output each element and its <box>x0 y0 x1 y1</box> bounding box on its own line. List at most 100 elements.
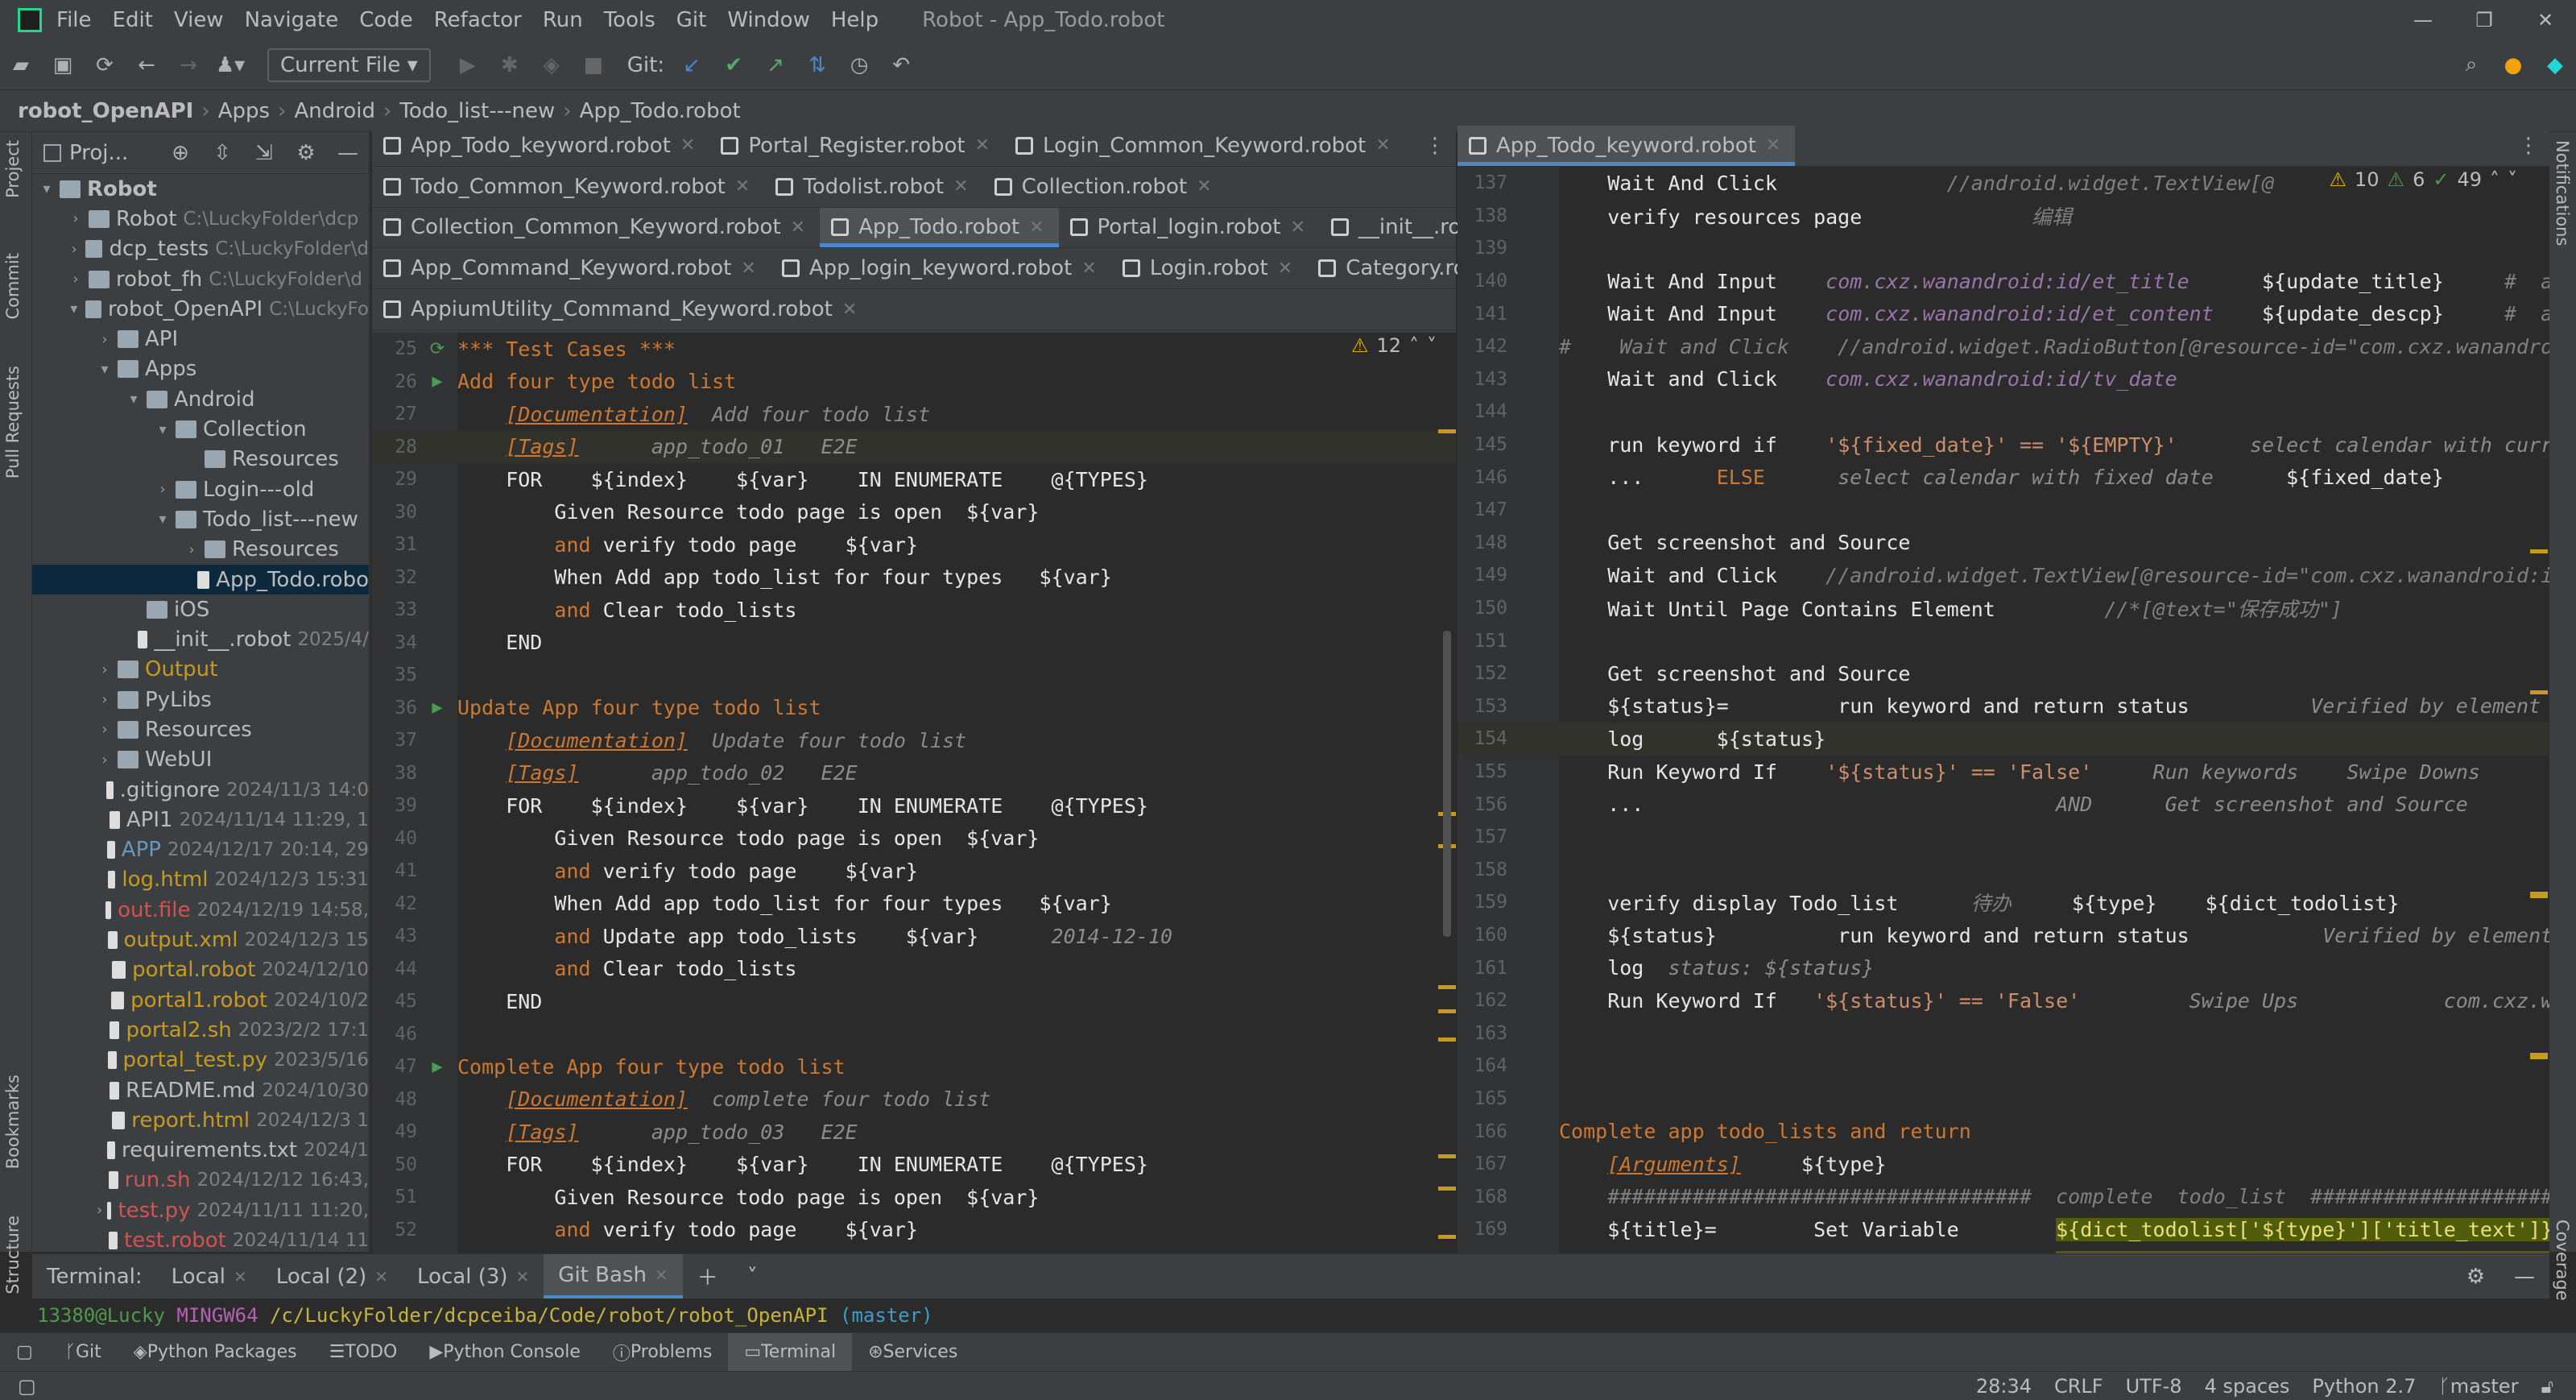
code-line[interactable]: 50 FOR ${index} ${var} IN ENUMERATE @{TY… <box>372 1149 1456 1182</box>
tree-item[interactable]: output.xml 2024/12/3 15 <box>32 925 369 955</box>
interpreter[interactable]: Python 2.7 <box>2312 1375 2416 1398</box>
forward-icon[interactable]: → <box>171 48 206 83</box>
tree-item[interactable]: run.sh 2024/12/12 16:43, <box>32 1166 369 1195</box>
tree-item[interactable]: .gitignore 2024/11/3 14:0 <box>32 775 369 805</box>
code-line[interactable]: 159 verify display Todo_list 待办 ${type} … <box>1458 886 2549 919</box>
git-push-icon[interactable]: ↗ <box>758 48 793 83</box>
hide-panel-icon[interactable]: — <box>330 135 366 171</box>
breadcrumb-item[interactable]: robot_OpenAPI <box>18 99 193 123</box>
tool-window-terminal[interactable]: ▭ Terminal <box>728 1333 853 1371</box>
user-icon[interactable]: ♟▾ <box>213 48 248 83</box>
tool-window-python-packages[interactable]: ◈ Python Packages <box>118 1333 313 1371</box>
rollback-icon[interactable]: ↶ <box>883 48 919 83</box>
chevron-icon[interactable]: › <box>184 541 200 558</box>
git-update-icon[interactable]: ↙ <box>674 48 709 83</box>
editor-tab[interactable]: App_login_keyword.robot ✕ <box>771 248 1111 288</box>
tool-bookmarks[interactable]: Bookmarks <box>3 1075 23 1169</box>
code-line[interactable]: 146 ... ELSE select calendar with fixed … <box>1458 461 2549 494</box>
run-gutter-icon[interactable]: ▶ <box>417 371 457 391</box>
editor-tab[interactable]: Login.robot ✕ <box>1111 248 1307 288</box>
terminal-tab[interactable]: Git Bash ✕ <box>544 1254 683 1299</box>
chevron-down-icon[interactable]: ˅ <box>1427 334 1437 357</box>
code-line[interactable]: 46 <box>372 1018 1456 1051</box>
tree-item[interactable]: App_Todo.robo <box>32 564 369 595</box>
code-line[interactable]: 145 run keyword if '${fixed_date}' == '$… <box>1458 429 2549 462</box>
restore-icon[interactable]: ❐ <box>2454 0 2515 40</box>
tree-item[interactable]: portal2.sh 2023/2/2 17:1 <box>32 1015 369 1045</box>
code-line[interactable]: 144 <box>1458 396 2549 429</box>
code-line[interactable]: 34 END <box>372 627 1456 660</box>
close-tab-icon[interactable]: ✕ <box>680 135 695 155</box>
chevron-icon[interactable]: › <box>68 210 84 227</box>
code-line[interactable]: 25 ⟳ *** Test Cases *** <box>372 333 1456 366</box>
editor-tab[interactable]: Collection.robot ✕ <box>983 167 1226 207</box>
tool-project[interactable]: Project <box>3 140 23 198</box>
tree-item[interactable]: › dcp_tests C:\LuckyFolder\d <box>32 234 369 264</box>
chevron-icon[interactable]: › <box>97 1202 102 1219</box>
code-line[interactable]: 45 END <box>372 985 1456 1018</box>
editor-tab[interactable]: App_Todo.robot ✕ <box>820 207 1060 248</box>
terminal-tab[interactable]: Local (3) ✕ <box>403 1254 544 1299</box>
run-gutter-icon[interactable]: ⟳ <box>417 339 457 359</box>
tool-pull-requests[interactable]: Pull Requests <box>3 366 23 478</box>
jetbrains-icon[interactable]: ◆ <box>2537 48 2573 83</box>
menu-run[interactable]: Run <box>543 8 583 32</box>
code-line[interactable]: 164 <box>1458 1050 2549 1083</box>
code-line[interactable]: 48 [Documentation] complete four todo li… <box>372 1083 1456 1116</box>
tool-window-python-console[interactable]: ▶ Python Console <box>413 1333 597 1371</box>
code-line[interactable]: 36 ▶ Update App four type todo list <box>372 692 1456 725</box>
debug-icon[interactable]: ✱ <box>492 48 527 83</box>
tree-item[interactable]: iOS <box>32 594 369 624</box>
close-tab-icon[interactable]: ✕ <box>1290 217 1305 238</box>
terminal-hide-icon[interactable]: — <box>2500 1254 2549 1299</box>
tool-coverage[interactable]: Coverage <box>2553 1220 2572 1301</box>
code-line[interactable]: 35 <box>372 659 1456 692</box>
caret-position[interactable]: 28:34 <box>1976 1375 2032 1398</box>
code-line[interactable]: 147 <box>1458 494 2549 527</box>
tree-item[interactable]: log.html 2024/12/3 15:31 <box>32 865 369 895</box>
menu-tools[interactable]: Tools <box>604 8 655 32</box>
code-line[interactable]: 28 [Tags] app_todo_01 E2E <box>372 430 1456 463</box>
code-line[interactable]: 155 Run Keyword If '${status}' == 'False… <box>1458 756 2549 789</box>
code-line[interactable]: 52 and verify todo page ${var} <box>372 1214 1456 1247</box>
tool-window-problems[interactable]: ⓘ Problems <box>597 1333 728 1371</box>
tool-notifications[interactable]: Notifications <box>2553 140 2572 246</box>
code-line[interactable]: 150 Wait Until Page Contains Element //*… <box>1458 592 2549 625</box>
close-tab-icon[interactable]: ✕ <box>374 1267 388 1286</box>
tree-item[interactable]: › Resources <box>32 714 369 744</box>
code-line[interactable]: 157 <box>1458 821 2549 854</box>
tool-structure[interactable]: Structure <box>3 1216 23 1294</box>
editor2[interactable]: 137 Wait And Click //android.widget.Text… <box>1458 167 2549 1253</box>
tool-window-git[interactable]: ᚴ Git <box>49 1333 118 1371</box>
tree-item[interactable]: › Robot C:\LuckyFolder\dcp <box>32 204 369 234</box>
chevron-icon[interactable]: ▾ <box>39 180 55 197</box>
code-line[interactable]: 163 <box>1458 1017 2549 1050</box>
git-branch[interactable]: ᚴmaster <box>2438 1375 2518 1398</box>
chevron-down-icon[interactable]: ˅ <box>2508 168 2517 191</box>
close-tab-icon[interactable]: ✕ <box>655 1265 668 1285</box>
tree-item[interactable]: ▾ Apps <box>32 354 369 384</box>
code-line[interactable]: 148 Get screenshot and Source <box>1458 527 2549 560</box>
close-tab-icon[interactable]: ✕ <box>735 176 750 197</box>
collapse-all-icon[interactable]: ⇲ <box>246 135 282 171</box>
code-line[interactable]: 143 Wait and Click com.cxz.wanandroid:id… <box>1458 363 2549 396</box>
chevron-icon[interactable]: › <box>97 331 113 348</box>
breadcrumb-item[interactable]: App_Todo.robot <box>580 99 741 123</box>
code-line[interactable]: 158 <box>1458 854 2549 887</box>
code-line[interactable]: 29 FOR ${index} ${var} IN ENUMERATE @{TY… <box>372 463 1456 496</box>
code-line[interactable]: 40 Given Resource todo page is open ${va… <box>372 822 1456 855</box>
code-line[interactable]: 138 verify resources page 编辑 <box>1458 200 2549 233</box>
terminal-dropdown-icon[interactable]: ˅ <box>733 1254 772 1299</box>
code-line[interactable]: 151 <box>1458 624 2549 657</box>
close-tab-icon[interactable]: ✕ <box>791 217 805 238</box>
tab-app-todo-keyword[interactable]: App_Todo_keyword.robot ✕ <box>1458 126 1796 166</box>
run-gutter-icon[interactable]: ▶ <box>417 1057 457 1077</box>
chevron-icon[interactable]: › <box>97 752 113 768</box>
tree-item[interactable]: › WebUI <box>32 745 369 775</box>
line-separator[interactable]: CRLF <box>2054 1375 2103 1398</box>
chevron-icon[interactable]: › <box>68 271 84 288</box>
editor-tab[interactable]: Todolist.robot ✕ <box>764 167 982 207</box>
status-panel-icon[interactable]: ▢ <box>18 1375 36 1398</box>
tree-item[interactable]: requirements.txt 2024/1 <box>32 1136 369 1166</box>
file-encoding[interactable]: UTF-8 <box>2126 1375 2182 1398</box>
